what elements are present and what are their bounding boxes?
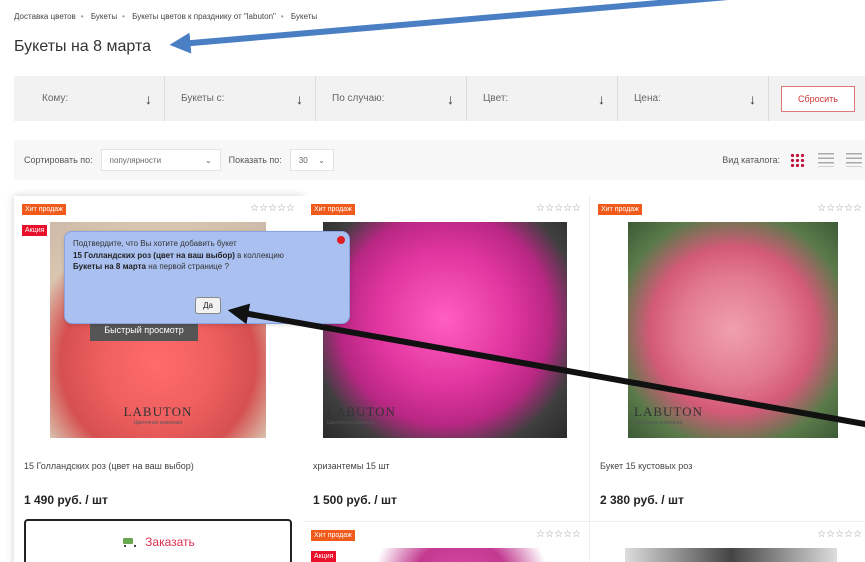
product-price: 1 500 руб. / шт	[313, 493, 397, 507]
logo-text: LABUTON	[634, 404, 703, 419]
breadcrumb-separator: •	[122, 12, 125, 21]
popup-mid-text: в коллекцию	[234, 250, 284, 260]
rating-stars-icon[interactable]: ☆☆☆☆☆	[536, 203, 581, 214]
logo-tagline: Цветочная компания	[634, 420, 683, 426]
popup-line3: Букеты на 8 марта на первой странице ?	[73, 261, 341, 273]
cart-icon	[121, 536, 137, 548]
hit-badge: Хит продаж	[598, 204, 642, 215]
sale-badge: Акция	[311, 551, 337, 562]
logo-text: LABUTON	[123, 404, 193, 419]
grid-view-icon[interactable]	[790, 153, 806, 167]
breadcrumb-current: Букеты	[290, 12, 318, 21]
rating-stars-icon[interactable]: ☆☆☆☆☆	[817, 529, 862, 540]
arrow-down-icon: ↓	[296, 90, 303, 107]
order-label: Заказать	[145, 535, 195, 549]
arrow-down-icon: ↓	[145, 90, 152, 107]
filter-label: Цена:	[634, 93, 661, 104]
product-name[interactable]: Букет 15 кустовых роз	[600, 461, 692, 471]
compact-list-view-icon[interactable]	[846, 153, 862, 167]
brand-logo: LABUTON Цветочная компания	[50, 404, 266, 426]
annotation-arrow-blue	[169, 0, 729, 54]
product-image[interactable]	[625, 548, 837, 562]
breadcrumb-separator: •	[80, 12, 84, 21]
arrow-down-icon: ↓	[447, 90, 454, 107]
product-card[interactable]: Хит продаж ☆☆☆☆☆ LABUTON Цветочная компан…	[590, 196, 865, 522]
list-view-icon[interactable]	[818, 153, 834, 167]
logo-tagline: Цветочная компания	[133, 420, 183, 426]
rating-stars-icon[interactable]: ☆☆☆☆☆	[536, 529, 581, 540]
filter-color[interactable]: Цвет: ↓	[467, 76, 618, 121]
breadcrumb-link-home[interactable]: Доставка цветов	[14, 12, 76, 21]
rating-stars-icon[interactable]: ☆☆☆☆☆	[817, 203, 862, 214]
popup-line1: Подтвердите, что Вы хотите добавить буке…	[73, 239, 237, 248]
filter-bar: Кому: ↓ Букеты с: ↓ По случаю: ↓ Цвет: ↓…	[14, 76, 865, 121]
product-price: 1 490 руб. / шт	[24, 493, 108, 507]
filter-label: Цвет:	[483, 93, 509, 104]
sort-label: Сортировать по:	[24, 155, 93, 165]
sale-badge: Акция	[22, 225, 48, 236]
popup-collection-name: Букеты на 8 марта	[73, 262, 146, 272]
arrow-down-icon: ↓	[749, 90, 756, 107]
chevron-down-icon: ⌄	[204, 155, 212, 165]
show-count-label: Показать по:	[228, 155, 282, 165]
page-title: Букеты на 8 марта	[14, 38, 151, 55]
filter-occasion[interactable]: По случаю: ↓	[316, 76, 467, 121]
sort-bar: Сортировать по: популярности ⌄ Показать …	[14, 140, 865, 180]
chevron-down-icon: ⌄	[318, 155, 325, 165]
filter-label: Букеты с:	[181, 93, 225, 104]
breadcrumb-link-bouquets[interactable]: Букеты	[91, 12, 117, 21]
filter-price[interactable]: Цена: ↓	[618, 76, 769, 121]
product-image[interactable]	[371, 548, 551, 562]
show-count-select[interactable]: 30 ⌄	[289, 149, 334, 171]
popup-product-name: 15 Голландских роз (цвет на ваш выбор)	[73, 250, 235, 260]
hit-badge: Хит продаж	[22, 204, 66, 215]
logo-tagline: Цветочная компания	[327, 420, 376, 426]
hit-badge: Хит продаж	[311, 204, 355, 215]
breadcrumb: Доставка цветов • Букеты • Букеты цветов к…	[14, 12, 317, 21]
sort-select[interactable]: популярности ⌄	[100, 149, 221, 171]
close-icon[interactable]	[337, 236, 345, 244]
filter-label: По случаю:	[332, 93, 385, 104]
popup-tail-text: на первой странице ?	[146, 262, 229, 272]
logo-text: LABUTON	[327, 404, 396, 419]
breadcrumb-separator: •	[280, 12, 284, 21]
confirm-yes-button[interactable]: Да	[195, 297, 221, 314]
reset-filters-button[interactable]: Сбросить	[781, 85, 855, 112]
product-image-chrysanthemums[interactable]: LABUTON Цветочная компания	[323, 222, 567, 438]
sort-value: популярности	[109, 155, 162, 165]
product-image-spray-roses[interactable]: LABUTON Цветочная компания	[628, 222, 838, 438]
filter-label: Кому:	[42, 93, 69, 104]
popup-line2: 15 Голландских роз (цвет на ваш выбор) в…	[73, 250, 341, 262]
product-card[interactable]: ☆☆☆☆☆	[590, 522, 865, 562]
order-button[interactable]: Заказать	[24, 519, 292, 562]
show-count-value: 30	[298, 155, 308, 165]
brand-logo: LABUTON Цветочная компания	[628, 404, 838, 426]
product-price: 2 380 руб. / шт	[600, 493, 684, 507]
hit-badge: Хит продаж	[311, 530, 355, 541]
product-name[interactable]: 15 Голландских роз (цвет на ваш выбор)	[24, 461, 194, 471]
rating-stars-icon[interactable]: ☆☆☆☆☆	[250, 203, 295, 214]
filter-recipient[interactable]: Кому: ↓	[14, 76, 165, 121]
arrow-down-icon: ↓	[598, 90, 605, 107]
brand-logo: LABUTON Цветочная компания	[323, 404, 567, 426]
product-card[interactable]: Хит продаж Акция ☆☆☆☆☆	[303, 522, 590, 562]
breadcrumb-link-holiday[interactable]: Букеты цветов к празднику от "labuton"	[132, 12, 276, 21]
view-mode-label: Вид каталога:	[722, 155, 780, 165]
filter-bouquet-with[interactable]: Букеты с: ↓	[165, 76, 316, 121]
add-to-collection-popup: Подтвердите, что Вы хотите добавить буке…	[64, 231, 350, 324]
product-name[interactable]: хризантемы 15 шт	[313, 461, 390, 471]
